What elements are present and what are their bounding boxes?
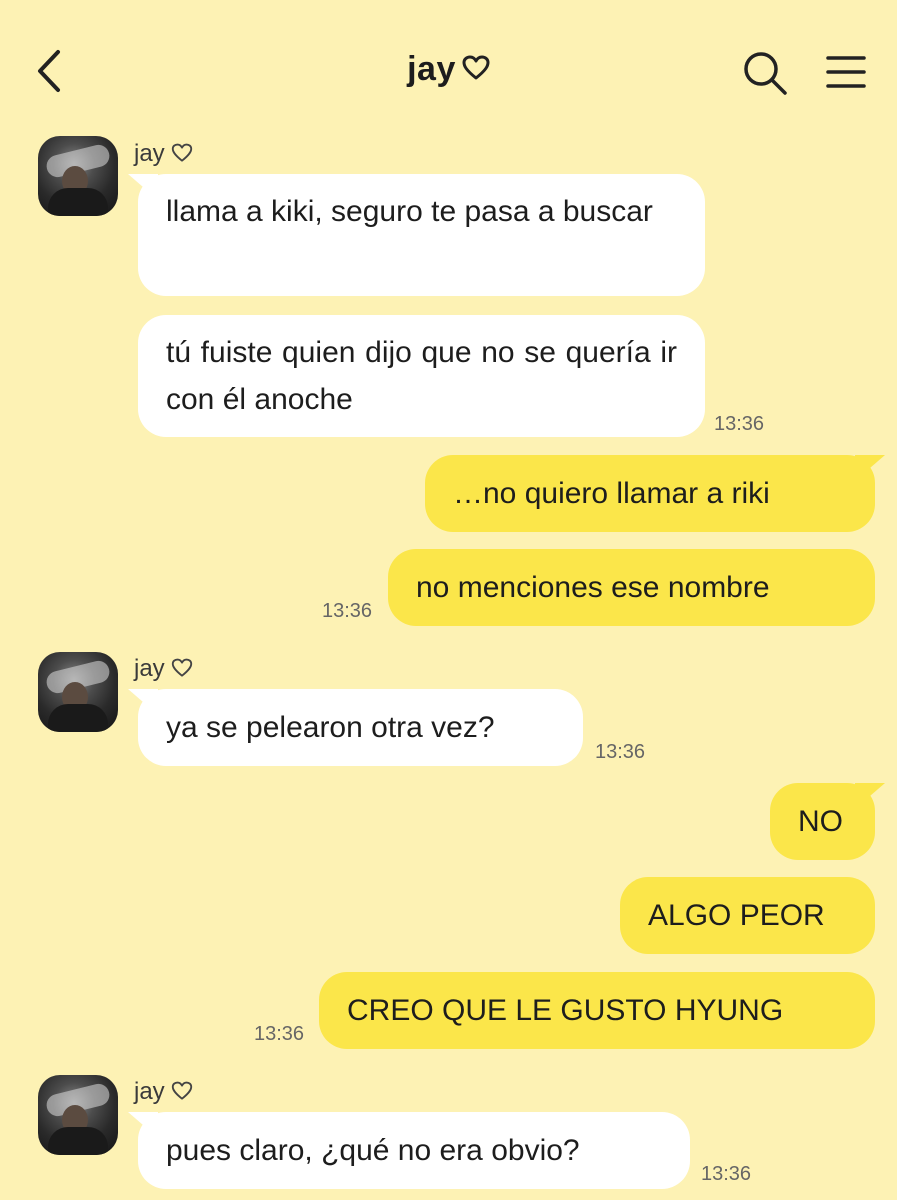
avatar[interactable] bbox=[38, 652, 118, 732]
sender-name: jay bbox=[134, 1078, 193, 1106]
menu-icon[interactable] bbox=[826, 54, 866, 90]
outgoing-message-bubble[interactable]: no menciones ese nombre bbox=[388, 549, 875, 626]
message-timestamp: 13:36 bbox=[595, 741, 646, 763]
avatar[interactable] bbox=[38, 1075, 118, 1155]
bubble-tail-icon bbox=[855, 455, 885, 481]
outgoing-message-bubble[interactable]: …no quiero llamar a riki bbox=[425, 455, 885, 532]
message-timestamp: 13:36 bbox=[714, 413, 765, 435]
incoming-message-bubble[interactable]: tú fuiste quien dijo que no se quería ir… bbox=[138, 315, 705, 437]
sender-name: jay bbox=[134, 140, 193, 168]
heart-outline-icon bbox=[171, 1081, 192, 1100]
outgoing-message-bubble[interactable]: NO bbox=[770, 783, 885, 860]
avatar[interactable] bbox=[38, 136, 118, 216]
search-icon[interactable] bbox=[742, 50, 788, 96]
incoming-message-bubble[interactable]: ya se pelearon otra vez? bbox=[128, 689, 583, 766]
message-timestamp: 13:36 bbox=[254, 1023, 305, 1045]
sender-name: jay bbox=[134, 655, 193, 683]
incoming-message-bubble[interactable]: pues claro, ¿qué no era obvio? bbox=[128, 1112, 690, 1189]
outgoing-message-bubble[interactable]: ALGO PEOR bbox=[620, 877, 875, 954]
bubble-tail-icon bbox=[855, 783, 885, 809]
message-timestamp: 13:36 bbox=[701, 1163, 752, 1185]
chat-title-text: jay bbox=[407, 50, 456, 88]
heart-outline-icon bbox=[171, 658, 192, 677]
chat-header: jay bbox=[0, 0, 897, 130]
heart-outline-icon bbox=[462, 55, 490, 80]
bubble-tail-icon bbox=[128, 1112, 158, 1138]
message-timestamp: 13:36 bbox=[322, 600, 373, 622]
outgoing-message-bubble[interactable]: CREO QUE LE GUSTO HYUNG bbox=[319, 972, 875, 1049]
bubble-tail-icon bbox=[128, 174, 158, 200]
incoming-message-bubble[interactable]: llama a kiki, seguro te pasa a buscar bbox=[128, 174, 705, 296]
heart-outline-icon bbox=[171, 143, 192, 162]
bubble-tail-icon bbox=[128, 689, 158, 715]
